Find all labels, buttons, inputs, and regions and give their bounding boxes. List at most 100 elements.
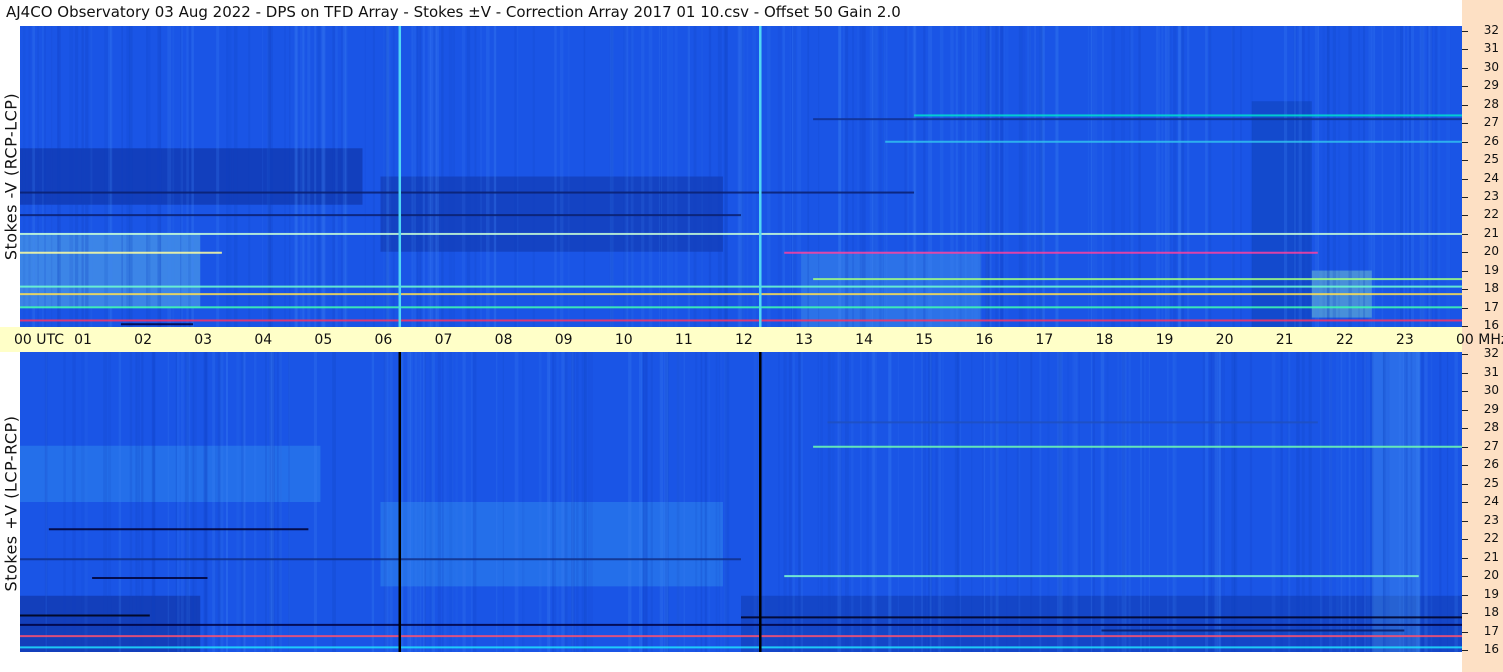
- heatmap-streak: [474, 26, 477, 327]
- heatmap-streak: [1400, 26, 1403, 327]
- heatmap-streak: [90, 26, 93, 327]
- y-tick-mark: [1462, 594, 1468, 596]
- heatmap-streak: [1181, 26, 1185, 327]
- heatmap-streak: [857, 26, 859, 327]
- heatmap-streak: [1121, 26, 1124, 327]
- heatmap-streak: [1172, 352, 1175, 652]
- heatmap-streak: [1018, 26, 1023, 327]
- heatmap-streak: [859, 26, 862, 327]
- heatmap-streak: [151, 352, 156, 652]
- x-tick-label: 04: [254, 332, 273, 348]
- y-tick-label: 18: [1483, 605, 1499, 619]
- y-tick-label: 16: [1483, 318, 1499, 332]
- heatmap-streak: [659, 352, 664, 652]
- heatmap-streak: [741, 26, 745, 327]
- heatmap-streak: [472, 352, 477, 652]
- interference-line: [20, 635, 1462, 638]
- y-tick-label: 20: [1483, 568, 1499, 582]
- heatmap-streak: [588, 352, 590, 652]
- heatmap-streak: [571, 352, 574, 652]
- y-tick-label: 20: [1483, 244, 1499, 259]
- heatmap-streak: [793, 26, 796, 327]
- interference-line: [92, 577, 208, 579]
- interference-line: [784, 575, 1419, 578]
- heatmap-streak: [1361, 352, 1366, 652]
- heatmap-streak: [81, 352, 85, 652]
- y-tick-label: 28: [1483, 96, 1499, 111]
- heatmap-streak: [103, 352, 108, 652]
- heatmap-streak: [1322, 26, 1326, 327]
- y-tick-mark: [1462, 428, 1468, 429]
- heatmap-streak: [913, 352, 915, 652]
- heatmap-streak: [108, 26, 112, 327]
- y-tick-label: 19: [1483, 262, 1499, 277]
- heatmap-streak: [935, 352, 939, 652]
- y-tick-label: 23: [1483, 188, 1499, 203]
- heatmap-streak: [560, 26, 564, 327]
- heatmap-streak: [1129, 26, 1131, 327]
- heatmap-streak: [564, 352, 568, 652]
- heatmap-streak: [851, 352, 854, 652]
- heatmap-streak: [800, 352, 804, 652]
- heatmap-streak: [1187, 26, 1190, 327]
- heatmap-streak: [797, 26, 802, 327]
- interference-line: [20, 306, 1462, 309]
- heatmap-streak: [193, 352, 197, 652]
- heatmap-streak: [1125, 352, 1127, 652]
- heatmap-streak: [807, 26, 810, 327]
- heatmap-streak: [1117, 352, 1120, 652]
- heatmap-streak: [897, 352, 899, 652]
- x-tick-label: 12: [735, 332, 753, 348]
- heatmap-streak: [589, 352, 593, 652]
- heatmap-streak: [514, 26, 517, 327]
- heatmap-streak: [216, 26, 220, 327]
- heatmap-streak: [186, 26, 189, 327]
- heatmap-streak: [695, 352, 698, 652]
- heatmap-streak: [314, 26, 317, 327]
- spectrogram-bottom: [20, 352, 1462, 652]
- heatmap-streak: [985, 26, 989, 327]
- heatmap-streak: [1034, 26, 1036, 327]
- heatmap-streak: [1320, 352, 1322, 652]
- heatmap-streak: [1222, 352, 1225, 652]
- x-tick-label: 15: [915, 332, 934, 348]
- y-tick-label: 30: [1483, 383, 1499, 397]
- heatmap-streak: [1298, 26, 1302, 327]
- heatmap-streak: [486, 26, 490, 327]
- heatmap-streak: [923, 26, 926, 327]
- heatmap-streak: [1250, 26, 1254, 327]
- heatmap-streak: [1332, 26, 1336, 327]
- interference-line: [20, 285, 1462, 288]
- y-tick-label: 25: [1483, 475, 1499, 490]
- heatmap-streak: [288, 352, 290, 652]
- vertical-event-line: [398, 352, 402, 652]
- heatmap-streak: [1138, 26, 1141, 327]
- heatmap-streak: [831, 352, 835, 652]
- interference-line: [48, 528, 309, 531]
- heatmap-streak: [217, 352, 221, 652]
- heatmap-streak: [343, 26, 348, 327]
- heatmap-streak: [1439, 352, 1442, 652]
- vertical-event-line: [759, 26, 762, 327]
- interference-line: [20, 623, 1462, 626]
- heatmap-streak: [959, 26, 962, 327]
- heatmap-streak: [392, 26, 395, 327]
- heatmap-streak: [717, 26, 722, 327]
- heatmap-streak: [407, 352, 412, 652]
- heatmap-streak: [921, 352, 923, 652]
- heatmap-streak: [1301, 26, 1305, 327]
- y-tick-mark: [1462, 307, 1468, 309]
- heatmap-streak: [650, 352, 653, 652]
- x-tick-label: 17: [1035, 332, 1054, 348]
- heatmap-streak: [990, 352, 993, 652]
- heatmap-streak: [791, 26, 793, 327]
- heatmap-streak: [789, 26, 791, 327]
- heatmap-streak: [1148, 352, 1150, 652]
- heatmap-streak: [630, 26, 634, 327]
- interference-line: [813, 118, 1462, 121]
- spectrogram-bottom-image: [20, 352, 1462, 652]
- heatmap-streak: [955, 26, 958, 327]
- heatmap-streak: [642, 352, 645, 652]
- heatmap-streak: [302, 26, 304, 327]
- interference-line: [914, 114, 1462, 117]
